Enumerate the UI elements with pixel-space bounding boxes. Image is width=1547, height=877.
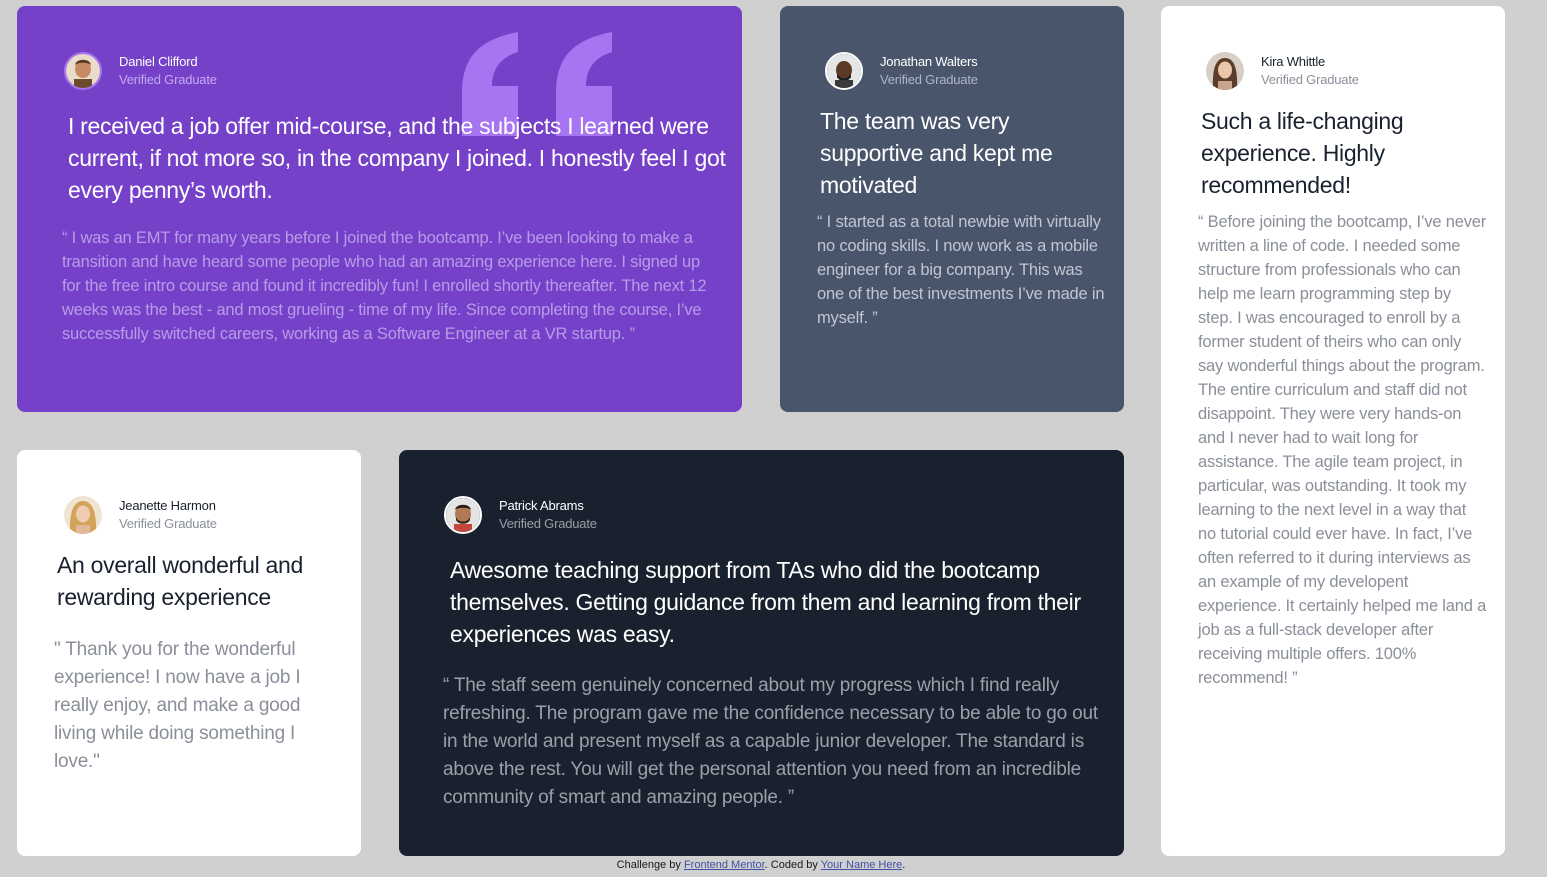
testimonial-card-jonathan: Jonathan Walters Verified Graduate The t… (780, 6, 1124, 412)
attribution-footer: Challenge by Frontend Mentor. Coded by Y… (0, 857, 1522, 873)
author-block: Jonathan Walters Verified Graduate (825, 52, 978, 90)
author-role: Verified Graduate (1261, 72, 1359, 87)
author-name: Kira Whittle (1261, 54, 1326, 69)
author-block: Kira Whittle Verified Graduate (1206, 52, 1359, 90)
testimonial-quote: “ I started as a total newbie with virtu… (817, 213, 1105, 327)
testimonial-headline: The team was very supportive and kept me… (820, 108, 1053, 198)
avatar-daniel (64, 52, 102, 90)
author-name: Patrick Abrams (499, 498, 584, 513)
author-role: Verified Graduate (880, 72, 978, 87)
avatar-jonathan (825, 52, 863, 90)
testimonial-quote: “ Before joining the bootcamp, I’ve neve… (1198, 213, 1487, 687)
testimonials-grid: Daniel Clifford Verified Graduate I rece… (0, 0, 1547, 877)
author-role: Verified Graduate (119, 516, 217, 531)
testimonial-card-patrick: Patrick Abrams Verified Graduate Awesome… (399, 450, 1124, 856)
avatar-kira (1206, 52, 1244, 90)
attribution-prefix: Challenge by (616, 859, 684, 871)
testimonial-quote: “ I was an EMT for many years before I j… (62, 229, 707, 343)
testimonial-card-jeanette: Jeanette Harmon Verified Graduate An ove… (17, 450, 361, 856)
attribution-suffix: . (902, 859, 906, 871)
testimonial-headline: Awesome teaching support from TAs who di… (450, 557, 1081, 647)
testimonial-headline: I received a job offer mid-course, and t… (68, 113, 726, 203)
testimonial-headline: Such a life-changing experience. Highly … (1201, 108, 1404, 198)
author-block: Daniel Clifford Verified Graduate (64, 52, 217, 90)
testimonial-quote: " Thank you for the wonderful experience… (54, 639, 301, 772)
author-link[interactable]: Your Name Here (821, 859, 903, 871)
avatar-patrick (444, 496, 482, 534)
testimonial-quote: “ The staff seem genuinely concerned abo… (443, 675, 1098, 808)
author-block: Jeanette Harmon Verified Graduate (64, 496, 217, 534)
author-name: Daniel Clifford (119, 54, 198, 69)
testimonial-headline: An overall wonderful and rewarding exper… (57, 552, 303, 610)
author-role: Verified Graduate (119, 72, 217, 87)
author-name: Jonathan Walters (880, 54, 978, 69)
avatar-jeanette (64, 496, 102, 534)
testimonial-card-daniel: Daniel Clifford Verified Graduate I rece… (17, 6, 742, 412)
testimonial-card-kira: Kira Whittle Verified Graduate Such a li… (1161, 6, 1505, 856)
author-block: Patrick Abrams Verified Graduate (444, 496, 597, 534)
author-name: Jeanette Harmon (119, 498, 216, 513)
frontend-mentor-link[interactable]: Frontend Mentor (684, 859, 765, 871)
attribution-middle: . Coded by (764, 859, 821, 871)
author-role: Verified Graduate (499, 516, 597, 531)
